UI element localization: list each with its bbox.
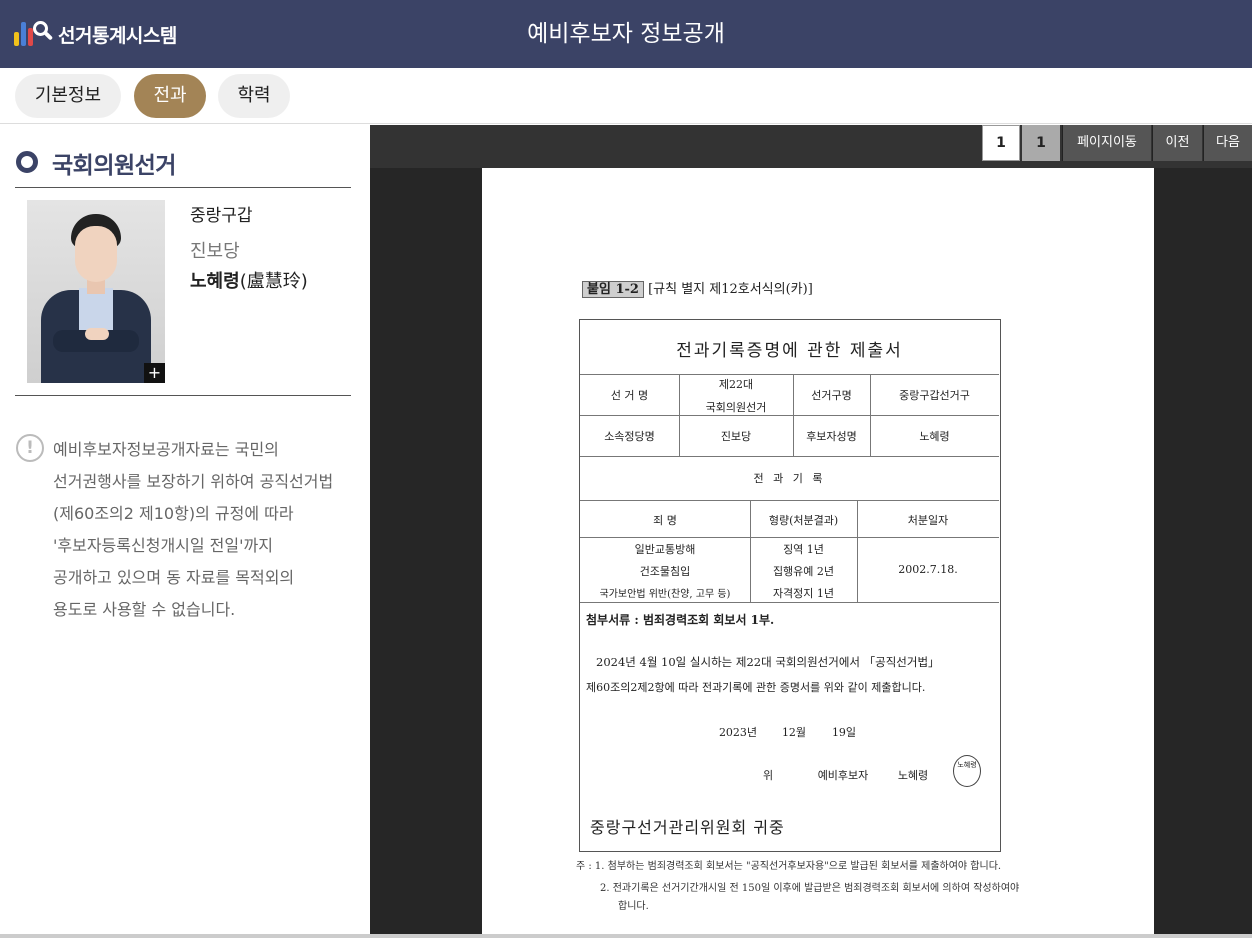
divider [15, 395, 351, 396]
record-header-date: 처분일자 [907, 514, 949, 527]
district-value: 중랑구갑선거구 [899, 389, 970, 402]
notice-line: 용도로 사용할 수 없습니다. [53, 600, 236, 619]
date-month: 12월 [781, 726, 807, 739]
notice-line: (제60조의2 제10항)의 규정에 따라 [53, 504, 294, 523]
candidate-label: 후보자성명 [806, 430, 857, 443]
candidate-party: 진보당 [190, 241, 240, 262]
signer-name: 노혜령 [897, 769, 929, 782]
tab-criminal-record[interactable]: 전과 [134, 74, 206, 118]
addressee: 중랑구선거관리위원회 귀중 [590, 818, 785, 837]
attachment-line: 첨부서류 : 범죄경력조회 회보서 1부. [586, 613, 775, 627]
candidate-district: 중랑구갑 [190, 206, 253, 226]
candidate-panel: 국회의원선거 + 중랑구갑 진보당 노혜령(盧慧玲) ! 예비후보자정보공개자료… [0, 125, 370, 938]
date-year: 2023년 [718, 726, 758, 739]
statement-line: 2024년 4월 10일 실시하는 제22대 국회의원선거에서 「공직선거법」 [596, 655, 940, 669]
candidate-name-hanja: (盧慧玲) [239, 271, 308, 292]
exclamation-icon: ! [16, 434, 44, 462]
election-value-1: 제22대 [718, 378, 754, 391]
party-value: 진보당 [720, 430, 752, 443]
page-title: 예비후보자 정보공개 [527, 21, 725, 47]
form-title: 전과기록증명에 관한 제출서 [676, 341, 903, 361]
seal-stamp-icon: 노혜령 [953, 755, 981, 787]
record-crime: 일반교통방해 [634, 543, 696, 556]
criminal-record-form: 전과기록증명에 관한 제출서 선 거 명 제22대 국회의원선거 선거구명 중랑… [579, 319, 1001, 852]
candidate-value: 노혜령 [919, 430, 950, 443]
election-label: 선 거 명 [610, 389, 649, 402]
notice-text: 예비후보자정보공개자료는 국민의 선거권행사를 보장하기 위하여 공직선거법 (… [53, 434, 363, 626]
date-day: 19일 [831, 726, 857, 739]
footnote: 주 : 1. 첨부하는 범죄경력조회 회보서는 "공직선거후보자용"으로 발급된… [576, 861, 1002, 872]
signer-role: 예비후보자 [817, 769, 869, 782]
divider [15, 187, 351, 188]
next-page-button[interactable]: 다음 [1203, 125, 1252, 161]
page-number-input[interactable]: 1 [982, 125, 1020, 161]
notice-line: '후보자등록신청개시일 전일'까지 [53, 536, 273, 555]
footnote: 합니다. [618, 901, 649, 912]
record-sentence: 징역 1년 [783, 543, 824, 556]
tab-basic-info[interactable]: 기본정보 [15, 74, 121, 118]
district-label: 선거구명 [811, 389, 852, 402]
record-crime: 건조물침입 [639, 565, 691, 578]
footnote: 2. 전과기록은 선거기간개시일 전 150일 이후에 발급받은 범죄경력조회 … [600, 883, 1020, 894]
goto-page-button[interactable]: 페이지이동 [1062, 125, 1151, 161]
notice-line: 선거권행사를 보장하기 위하여 공직선거법 [53, 472, 334, 491]
candidate-name-row: 노혜령(盧慧玲) [190, 267, 308, 293]
election-section-title: 국회의원선거 [52, 153, 176, 179]
document-viewer: 1 1 페이지이동 이전 다음 붙임 1-2 [규칙 별지 제12호서식의(카)… [370, 125, 1252, 938]
record-date: 2002.7.18. [898, 563, 958, 576]
record-title: 전 과 기 록 [753, 472, 826, 485]
prev-page-button[interactable]: 이전 [1152, 125, 1202, 161]
record-sentence: 자격정지 1년 [772, 587, 835, 600]
viewer-toolbar: 1 1 페이지이동 이전 다음 [370, 125, 1252, 168]
record-crime: 국가보안법 위반(찬양, 고무 등) [599, 589, 731, 600]
document-page: 붙임 1-2 [규칙 별지 제12호서식의(카)] 전과기록증명에 관한 제출서… [482, 168, 1154, 938]
candidate-name: 노혜령 [190, 271, 240, 292]
top-header: 선거통계시스템 예비후보자 정보공개 [0, 0, 1252, 68]
notice-line: 예비후보자정보공개자료는 국민의 [53, 440, 279, 459]
candidate-photo [27, 200, 165, 383]
attachment-label: 붙임 1-2 [582, 281, 644, 298]
record-sentence: 집행유예 2년 [772, 565, 835, 578]
record-header-crime: 죄 명 [653, 514, 677, 527]
signer-prefix: 위 [762, 769, 774, 782]
total-pages: 1 [1022, 125, 1060, 161]
horizontal-scrollbar[interactable] [0, 934, 1252, 938]
tab-education[interactable]: 학력 [218, 74, 290, 118]
tab-bar: 기본정보 전과 학력 [0, 68, 1252, 124]
party-label: 소속정당명 [604, 430, 655, 443]
election-value-2: 국회의원선거 [705, 401, 767, 414]
record-header-sentence: 형량(처분결과) [768, 514, 839, 527]
document-tag: 붙임 1-2 [규칙 별지 제12호서식의(카)] [582, 278, 813, 298]
photo-expand-button[interactable]: + [144, 363, 165, 383]
form-reference: [규칙 별지 제12호서식의(카)] [648, 282, 813, 297]
statement-line: 제60조의2제2항에 따라 전과기록에 관한 증명서를 위와 같이 제출합니다. [586, 681, 926, 694]
circle-bullet-icon [16, 151, 38, 173]
notice-line: 공개하고 있으며 동 자료를 목적외의 [53, 568, 295, 587]
